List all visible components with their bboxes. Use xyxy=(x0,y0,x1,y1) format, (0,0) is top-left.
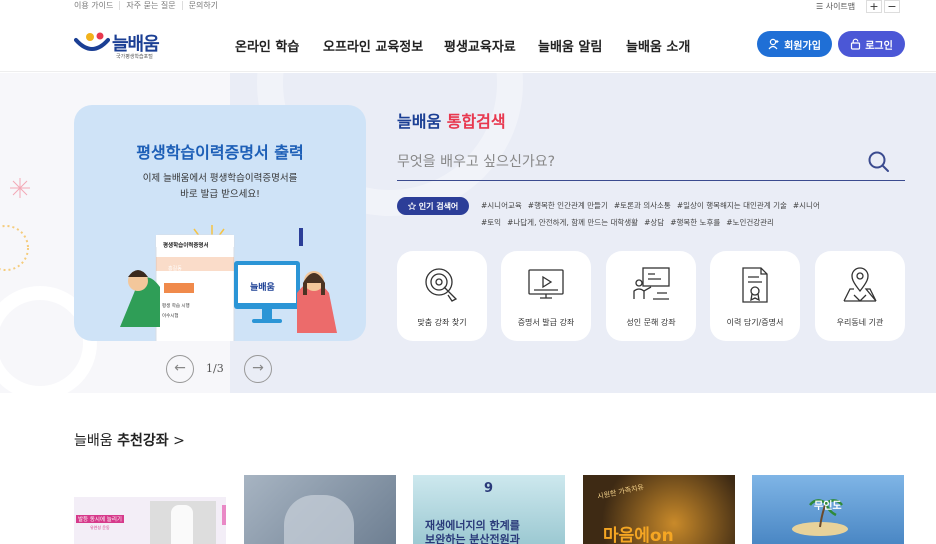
star-icon xyxy=(407,202,416,210)
classroom-icon xyxy=(633,267,670,300)
quick-card-label: 증명서 발급 강좌 xyxy=(517,318,575,327)
tag-link[interactable]: #상담 xyxy=(644,218,664,227)
recommend-title-main: 늘배움 xyxy=(74,433,118,449)
popular-keywords-label: 인기 검색어 xyxy=(418,201,459,211)
tag-link[interactable]: #토익 xyxy=(481,218,501,227)
doc-name: 홍길동 xyxy=(168,266,182,272)
util-link-contact[interactable]: 문의하기 xyxy=(181,1,224,10)
doc-title: 평생학습이력증명서 xyxy=(163,243,209,249)
doc-row2: 이수시험 xyxy=(162,313,179,319)
util-link-guide[interactable]: 이용 가이드 xyxy=(74,1,119,10)
lock-icon xyxy=(851,38,861,50)
banner-subtitle: 이제 늘배움에서 평생학습이력증명서를 바로 발급 받으세요! xyxy=(74,171,366,203)
quick-card-history-certificate[interactable]: 이력 담기/증명서 xyxy=(710,251,800,341)
logo-mark-icon xyxy=(74,32,110,51)
nav-about[interactable]: 늘배움 소개 xyxy=(626,36,690,55)
course-thumb-5[interactable]: 무인도 xyxy=(752,475,904,544)
banner-subtitle-line2: 바로 발급 받으세요! xyxy=(180,189,260,200)
quick-card-literacy-course[interactable]: 성인 문해 강좌 xyxy=(606,251,696,341)
site-logo[interactable]: 늘배움 국가평생학습포털 xyxy=(74,28,174,60)
nav-notice[interactable]: 늘배움 알림 xyxy=(538,36,602,55)
search-icon[interactable] xyxy=(867,150,891,174)
tag-link[interactable]: #나답게, 안전하게, 함께 만드는 대학생활 xyxy=(507,218,638,227)
nav-lifelong-materials[interactable]: 평생교육자료 xyxy=(444,36,516,55)
hero-section: 평생학습이력증명서 출력 이제 늘배움에서 평생학습이력증명서를 바로 발급 받… xyxy=(0,73,936,393)
quick-card-local-institution[interactable]: 우리동네 기관 xyxy=(815,251,905,341)
search-title: 늘배움 통합검색 xyxy=(397,108,506,132)
zoom-out-button[interactable]: − xyxy=(884,0,900,13)
banner-illustration xyxy=(120,225,337,341)
recommend-title[interactable]: 늘배움 추천강좌 > xyxy=(74,430,185,450)
quick-card-custom-course[interactable]: 맞춤 강좌 찾기 xyxy=(397,251,487,341)
banner-prev-button[interactable]: ← xyxy=(166,355,194,383)
utility-bar: 이용 가이드 자주 묻는 질문 문의하기 ☰ 사이트맵 + − xyxy=(0,0,936,14)
banner-next-button[interactable]: → xyxy=(244,355,272,383)
recommend-title-bold: 추천강좌 xyxy=(117,433,169,449)
nav-offline-education[interactable]: 오프라인 교육정보 xyxy=(323,36,423,55)
thumb4-title: 마음에on xyxy=(603,526,674,544)
login-button[interactable]: 로그인 xyxy=(838,31,905,57)
certificate-icon xyxy=(742,267,768,303)
thumb4-script: 시원한 가족치유 xyxy=(596,483,645,501)
signup-label: 회원가입 xyxy=(784,40,821,52)
search-title-main: 늘배움 xyxy=(397,112,447,131)
course-thumb-3[interactable]: 9 재생에너지의 한계를 보완하는 분산전원과 xyxy=(413,475,565,544)
popular-tags: #시니어교육 #행복한 인간관계 만들기 #토론과 의사소통 #일상이 행복해지는 대… xyxy=(481,197,891,231)
signup-button[interactable]: 회원가입 xyxy=(757,31,832,57)
course-thumb-2[interactable] xyxy=(244,475,396,544)
thumb3-title2: 보완하는 분산전원과 xyxy=(425,533,520,544)
tag-link[interactable]: #토론과 의사소통 xyxy=(614,201,671,210)
tag-link[interactable]: #행복한 노후를 xyxy=(670,218,720,227)
doc-row1: 평생 학습 시행 xyxy=(162,303,190,309)
tag-link[interactable]: #일상이 행복해지는 대인관계 기술 xyxy=(677,201,787,210)
quick-card-label: 성인 문해 강좌 xyxy=(626,318,676,327)
quick-card-label: 이력 담기/증명서 xyxy=(726,318,784,327)
quick-card-certificate-course[interactable]: 증명서 발급 강좌 xyxy=(501,251,591,341)
user-add-icon xyxy=(768,38,779,50)
quick-card-label: 맞춤 강좌 찾기 xyxy=(417,318,467,327)
zoom-in-button[interactable]: + xyxy=(866,0,882,13)
thumb5-title: 무인도 xyxy=(814,501,842,512)
search-input[interactable]: 무엇을 배우고 싶으신가요? xyxy=(397,145,905,181)
monitor-play-icon xyxy=(528,269,564,299)
tag-link[interactable]: #시니어교육 xyxy=(481,201,522,210)
chevron-right-icon: > xyxy=(173,433,185,449)
thumb1-title: 발등 동시에 늘리기 xyxy=(76,515,124,523)
logo-subtitle: 국가평생학습포털 xyxy=(116,54,153,60)
thumb3-number: 9 xyxy=(484,481,494,496)
tag-link[interactable]: #행복한 인간관계 만들기 xyxy=(528,201,608,210)
banner-page-indicator: 1/3 xyxy=(206,362,224,375)
search-title-highlight: 통합검색 xyxy=(446,112,506,131)
util-link-faq[interactable]: 자주 묻는 질문 xyxy=(119,1,181,10)
tag-link[interactable]: #노인건강관리 xyxy=(726,218,774,227)
search-placeholder: 무엇을 배우고 싶으신가요? xyxy=(397,154,556,170)
banner-title: 평생학습이력증명서 출력 xyxy=(136,143,304,162)
target-search-icon xyxy=(425,268,458,302)
login-label: 로그인 xyxy=(865,40,893,52)
course-thumb-1[interactable]: 발등 동시에 늘리기 유연성 운동 xyxy=(74,475,226,544)
sitemap-link[interactable]: ☰ 사이트맵 xyxy=(816,1,855,12)
promo-banner[interactable]: 평생학습이력증명서 출력 이제 늘배움에서 평생학습이력증명서를 바로 발급 받… xyxy=(74,105,366,341)
popular-keywords-badge: 인기 검색어 xyxy=(397,197,469,215)
tag-link[interactable]: #시니어 xyxy=(793,201,820,210)
quick-card-label: 우리동네 기관 xyxy=(836,318,884,327)
banner-subtitle-line1: 이제 늘배움에서 평생학습이력증명서를 xyxy=(142,173,298,184)
header: 늘배움 국가평생학습포털 온라인 학습 오프라인 교육정보 평생교육자료 늘배움… xyxy=(0,14,936,72)
nav-online-learning[interactable]: 온라인 학습 xyxy=(235,36,299,55)
course-thumb-4[interactable]: 시원한 가족치유 마음에on xyxy=(583,475,735,544)
banner-screen-logo: 늘배움 xyxy=(250,283,275,293)
thumb1-sub: 유연성 운동 xyxy=(90,525,110,530)
map-pin-icon xyxy=(843,267,877,302)
